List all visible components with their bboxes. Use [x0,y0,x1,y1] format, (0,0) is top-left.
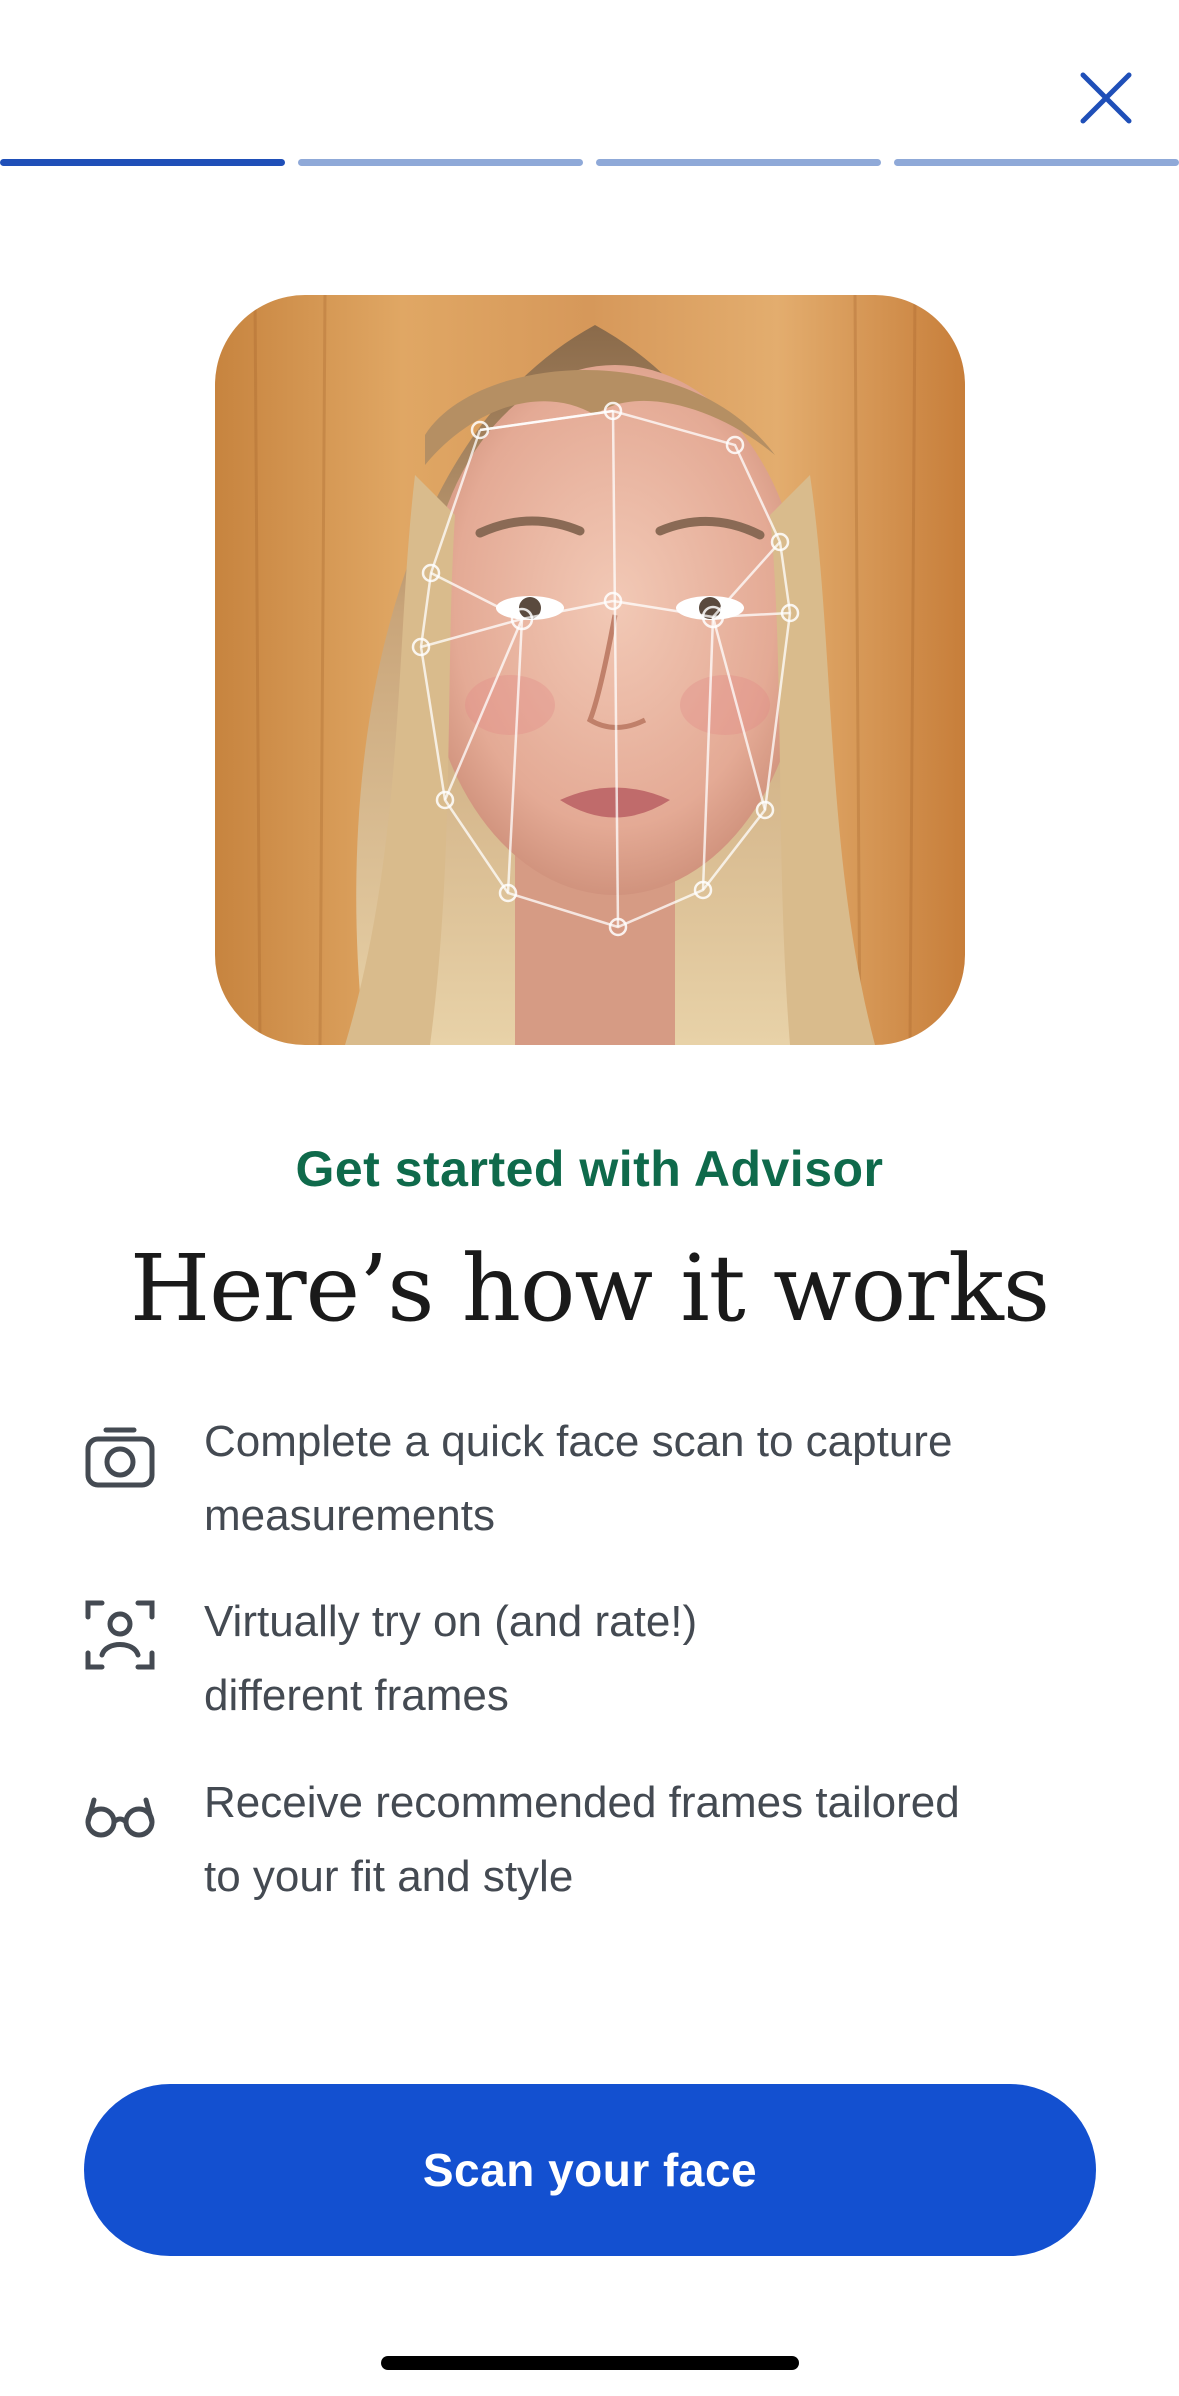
close-button[interactable] [1060,52,1152,144]
scan-your-face-button-label: Scan your face [422,2144,758,2196]
camera-icon [85,1427,155,1488]
eyebrow-text: Get started with Advisor [295,1141,884,1197]
step-text-line: Complete a quick face scan to capture [204,1417,953,1466]
step-text-line: different frames [204,1671,509,1720]
home-indicator [381,2356,799,2370]
glasses-icon [85,1797,155,1838]
step-text-line: Virtually try on (and rate!) [204,1597,698,1646]
progress-segment [298,159,583,166]
progress-segment [894,159,1179,166]
step-text-line: measurements [204,1491,496,1540]
progress-segment [596,159,881,166]
step-text-line: to your fit and style [204,1852,574,1901]
scan-your-face-button[interactable]: Scan your face [84,2084,1096,2256]
step-text-line: Receive recommended frames tailored [204,1778,960,1827]
face-scan-icon [85,1600,155,1670]
face-scan-photo [215,295,965,1045]
close-icon [1080,72,1132,124]
progress-segment-active [0,159,285,166]
progress-indicator [0,159,1179,166]
page-title: Here’s how it works [129,1235,1050,1342]
